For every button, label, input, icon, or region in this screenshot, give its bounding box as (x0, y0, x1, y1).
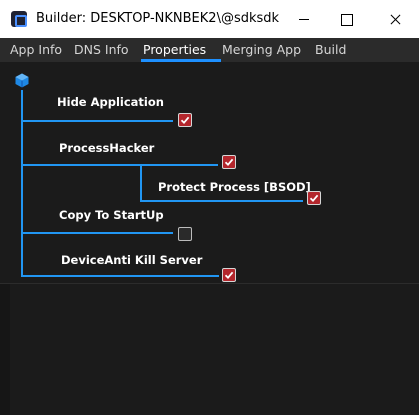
tree-branch-line (140, 200, 303, 202)
checkmark-icon (180, 116, 190, 125)
tab-app-info[interactable]: App Info (10, 38, 62, 62)
title-bar: Builder: DESKTOP-NKNBEK2\@sdksdk (0, 0, 419, 38)
tab-dns-info[interactable]: DNS Info (74, 38, 129, 62)
properties-panel (0, 62, 419, 415)
cube-icon (15, 73, 29, 88)
tree-branch-line (21, 120, 173, 122)
window-title: Builder: DESKTOP-NKNBEK2\@sdksdk (36, 11, 280, 26)
tree-trunk-line (21, 90, 23, 276)
tab-merging-app[interactable]: Merging App (222, 38, 301, 62)
checkmark-icon (224, 271, 234, 280)
option-label-deviceanti-kill-server: DeviceAnti Kill Server (61, 253, 203, 267)
tab-build[interactable]: Build (315, 38, 346, 62)
option-label-processhacker: ProcessHacker (59, 141, 155, 155)
protect-process-checkbox[interactable] (307, 191, 321, 205)
copy-to-startup-checkbox[interactable] (178, 227, 192, 241)
tree-branch-line (21, 232, 173, 234)
processhacker-checkbox[interactable] (222, 155, 236, 169)
option-label-hide-application: Hide Application (57, 95, 164, 109)
close-button[interactable] (373, 0, 419, 38)
minimize-button[interactable] (281, 0, 327, 38)
checkmark-icon (224, 158, 234, 167)
left-edge-panel (0, 284, 10, 415)
tree-subtrunk-line (140, 164, 142, 202)
panel-divider (0, 283, 419, 284)
option-label-protect-process: Protect Process [BSOD] (158, 180, 311, 194)
checkmark-icon (309, 194, 319, 203)
maximize-button[interactable] (327, 0, 373, 38)
deviceanti-kill-server-checkbox[interactable] (222, 268, 236, 282)
hide-application-checkbox[interactable] (178, 113, 192, 127)
option-label-copy-to-startup: Copy To StartUp (59, 208, 164, 222)
app-logo-icon (11, 11, 27, 27)
tree-branch-line (21, 164, 218, 166)
tree-branch-line (21, 275, 219, 277)
